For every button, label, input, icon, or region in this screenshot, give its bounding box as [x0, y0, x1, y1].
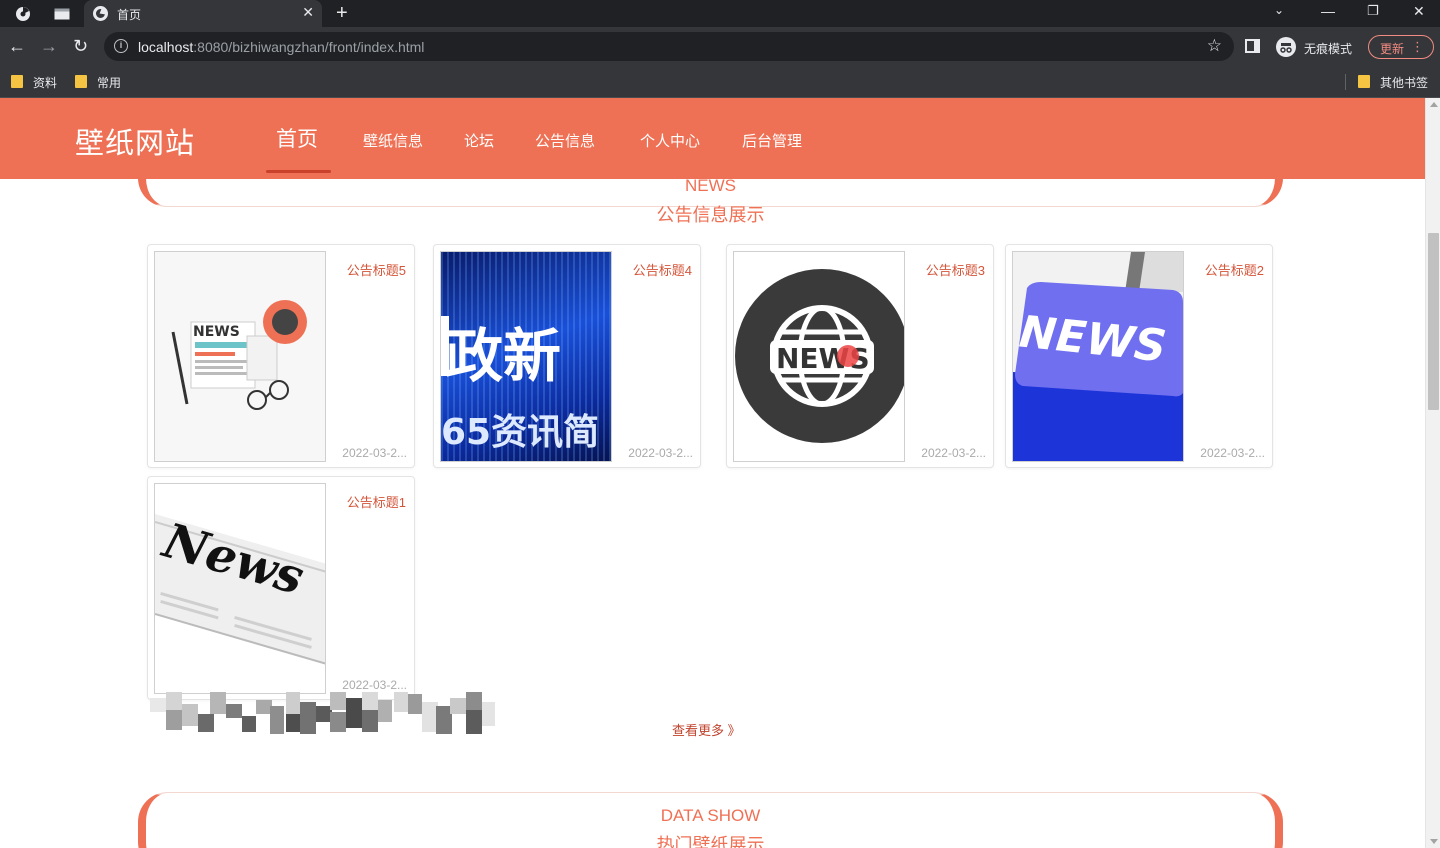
- news-paper-illustration[interactable]: NEWS: [154, 251, 326, 462]
- bookmarks-divider: [1345, 74, 1346, 90]
- forward-icon[interactable]: →: [40, 36, 58, 56]
- news-card-date: 2022-03-2...: [342, 446, 407, 460]
- update-button[interactable]: 更新 ⋮: [1368, 35, 1434, 59]
- banner-text: 政新: [445, 322, 561, 390]
- tab-list-chevron-icon[interactable]: ⌄: [1274, 3, 1284, 17]
- banner-text-2: 65资讯简: [441, 412, 599, 453]
- news-section-title-cn: 公告信息展示: [656, 205, 765, 225]
- restore-icon[interactable]: ❐: [1367, 3, 1379, 19]
- news-card[interactable]: NEWS 公告标题2 2022-03-2...: [1005, 244, 1273, 468]
- tab-favicon-icon: [93, 6, 108, 21]
- scroll-down-arrow-icon[interactable]: [1430, 839, 1438, 844]
- news-card-date: 2022-03-2...: [921, 446, 986, 460]
- site-info-icon[interactable]: i: [114, 39, 128, 53]
- url-host: localhost: [138, 39, 194, 55]
- bookmarks-bar: 资料 常用 其他书签: [0, 66, 1440, 98]
- incognito-label: 无痕模式: [1304, 42, 1353, 56]
- news-card-title[interactable]: 公告标题4: [633, 260, 692, 279]
- finance-news-banner[interactable]: 政新 65资讯简: [440, 251, 612, 462]
- site-header: 壁纸网站 首页 壁纸信息 论坛 公告信息 个人中心 后台管理: [0, 98, 1425, 179]
- bookmark-label: 常用: [97, 76, 122, 90]
- news-card[interactable]: NEWS 公告标题5 2022-03-2...: [147, 244, 415, 468]
- update-label: 更新: [1380, 42, 1405, 56]
- news-card-title[interactable]: 公告标题2: [1205, 260, 1264, 279]
- nav-admin[interactable]: 后台管理: [742, 130, 802, 151]
- news-word: NEWS: [193, 324, 240, 340]
- nav-home[interactable]: 首页: [276, 123, 318, 153]
- reload-icon[interactable]: ↻: [73, 36, 88, 56]
- url-text[interactable]: localhost:8080/bizhiwangzhan/front/index…: [138, 39, 424, 55]
- news-keyboard-key[interactable]: NEWS: [1012, 251, 1184, 462]
- nav-active-indicator: [266, 170, 331, 173]
- url-path: :8080/bizhiwangzhan/front/index.html: [193, 39, 425, 55]
- news-card-title[interactable]: 公告标题1: [347, 492, 406, 511]
- address-bar[interactable]: i localhost:8080/bizhiwangzhan/front/ind…: [104, 32, 1234, 61]
- news-card[interactable]: 政新 65资讯简 公告标题4 2022-03-2...: [433, 244, 701, 468]
- news-card-date: 2022-03-2...: [1200, 446, 1265, 460]
- site-logo[interactable]: 壁纸网站: [75, 120, 195, 162]
- page-viewport: 壁纸网站 首页 壁纸信息 论坛 公告信息 个人中心 后台管理 NEWS 公告信息…: [0, 98, 1440, 848]
- folder-icon: [11, 75, 23, 88]
- news-globe-icon[interactable]: NEWS: [733, 251, 905, 462]
- bookmark-label: 资料: [33, 76, 58, 90]
- back-icon[interactable]: ←: [8, 36, 26, 56]
- tab-search-icon[interactable]: [53, 5, 71, 23]
- data-section-title-en: DATA SHOW: [660, 806, 761, 825]
- other-bookmarks[interactable]: 其他书签: [1358, 74, 1428, 90]
- browser-tab-strip: 首页 ✕ + ⌄ — ❐ ✕: [0, 0, 1440, 27]
- folder-icon: [1358, 75, 1370, 88]
- news-card[interactable]: News 公告标题1 2022-03-2...: [147, 476, 415, 700]
- incognito-icon[interactable]: [1276, 37, 1296, 57]
- data-section-header: DATA SHOW 热门壁纸展示: [138, 792, 1283, 848]
- pixelated-overlay: [150, 692, 495, 738]
- browser-logo-icon[interactable]: [14, 5, 32, 23]
- news-card-title[interactable]: 公告标题5: [347, 260, 406, 279]
- data-section-title-cn: 热门壁纸展示: [656, 835, 765, 848]
- news-card[interactable]: NEWS 公告标题3 2022-03-2...: [726, 244, 994, 468]
- more-menu-icon[interactable]: ⋮: [1411, 39, 1424, 55]
- bookmark-folder-ziliao[interactable]: 资料: [11, 74, 57, 90]
- tab-title: 首页: [117, 8, 142, 22]
- minimize-icon[interactable]: —: [1321, 3, 1335, 19]
- side-panel-icon[interactable]: [1245, 39, 1260, 53]
- bookmark-label: 其他书签: [1380, 76, 1429, 90]
- view-more-link[interactable]: 查看更多 》: [672, 720, 741, 739]
- news-card-title[interactable]: 公告标题3: [926, 260, 985, 279]
- browser-toolbar: ← → ↻ i localhost:8080/bizhiwangzhan/fro…: [0, 27, 1440, 66]
- new-tab-icon[interactable]: +: [336, 2, 348, 25]
- page-scrollbar[interactable]: [1425, 98, 1440, 848]
- bookmark-star-icon[interactable]: ☆: [1207, 36, 1222, 56]
- nav-wallpaper-info[interactable]: 壁纸信息: [363, 130, 423, 151]
- nav-personal-center[interactable]: 个人中心: [640, 130, 700, 151]
- close-window-icon[interactable]: ✕: [1413, 3, 1425, 20]
- bookmark-folder-changyong[interactable]: 常用: [75, 74, 121, 90]
- scroll-up-arrow-icon[interactable]: [1430, 102, 1438, 107]
- tab-close-icon[interactable]: ✕: [302, 4, 314, 21]
- news-card-date: 2022-03-2...: [342, 678, 407, 692]
- nav-announcements[interactable]: 公告信息: [535, 130, 595, 151]
- folder-icon: [75, 75, 87, 88]
- newspaper-photo[interactable]: News: [154, 483, 326, 694]
- active-tab[interactable]: 首页 ✕: [84, 0, 322, 27]
- scroll-thumb[interactable]: [1428, 233, 1439, 410]
- nav-forum[interactable]: 论坛: [464, 130, 494, 151]
- news-card-date: 2022-03-2...: [628, 446, 693, 460]
- news-section-title-en: NEWS: [685, 176, 736, 195]
